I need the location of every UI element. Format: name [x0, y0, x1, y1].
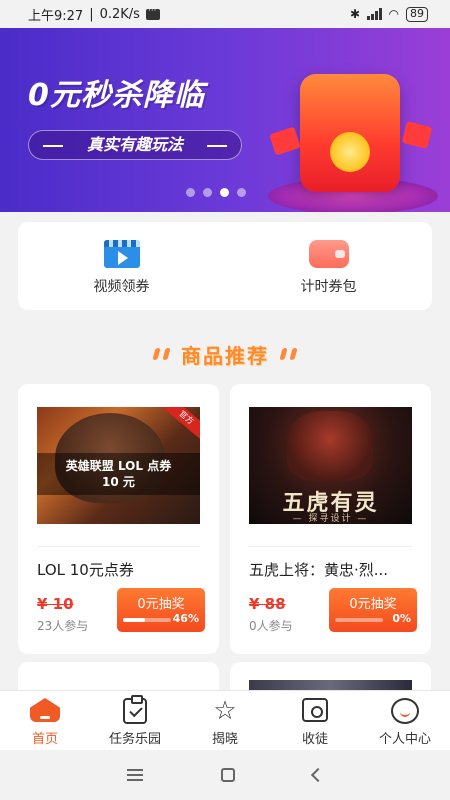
warrior-illustration — [287, 411, 373, 481]
message-icon — [145, 6, 160, 20]
product-image-caption-line2: 10 元 — [102, 475, 135, 489]
tab-profile-label: 个人中心 — [378, 732, 431, 747]
product-image: 官方 英雄联盟 LOL 点券 10 元 — [37, 407, 200, 524]
system-navigation-bar — [0, 750, 450, 800]
status-bar: 上午9:27 | 0.2K/s ✱ ◠ 89 — [0, 0, 450, 28]
video-coupon-button[interactable]: 视频领券 — [18, 222, 225, 310]
video-coupon-label: 视频领券 — [93, 279, 150, 295]
product-image-subtitle: — 探寻设计 — — [292, 514, 369, 524]
product-image-caption-line1: 英雄联盟 LOL 点券 — [65, 459, 172, 473]
product-image-caption: 英雄联盟 LOL 点券 10 元 — [37, 453, 200, 495]
status-right: ✱ ◠ 89 — [349, 6, 428, 22]
official-tag: 官方 — [160, 407, 200, 442]
carousel-dot-active[interactable] — [220, 188, 229, 197]
tab-profile[interactable]: 个人中心 — [360, 691, 450, 750]
red-packet-illustration — [300, 74, 400, 192]
product-original-price: ¥ 88 — [249, 595, 286, 613]
divider — [37, 546, 200, 547]
draw-progress-percent: 0% — [392, 612, 411, 625]
heading-decoration-right — [279, 348, 298, 360]
free-draw-button[interactable]: 0元抽奖 0% — [329, 588, 417, 632]
free-draw-label: 0元抽奖 — [349, 597, 397, 612]
star-icon: ☆ — [213, 696, 237, 726]
promo-banner[interactable]: 0元秒杀降临 真实有趣玩法 — [0, 28, 450, 212]
gold-coin-icon — [330, 132, 370, 172]
section-heading: 商品推荐 — [0, 338, 450, 370]
recent-apps-icon[interactable] — [127, 769, 143, 781]
product-image: 五虎有灵 — 探寻设计 — — [249, 407, 412, 524]
draw-progress-percent: 46% — [172, 612, 199, 625]
tab-apprentice[interactable]: 收徒 — [270, 691, 360, 750]
free-draw-label: 0元抽奖 — [137, 597, 185, 612]
task-clipboard-icon — [123, 695, 147, 724]
battery-icon: 89 — [406, 6, 428, 22]
status-speed: 0.2K/s — [99, 6, 140, 22]
carousel-dot[interactable] — [203, 188, 212, 197]
product-original-price: ¥ 10 — [37, 595, 74, 613]
tab-task-park[interactable]: 任务乐园 — [90, 691, 180, 750]
quick-actions-card: 视频领券 计时券包 — [18, 222, 432, 310]
person-icon — [391, 698, 419, 724]
product-name: 五虎上将：黄忠·烈... — [249, 561, 389, 579]
draw-progress-bar — [335, 618, 383, 622]
signal-icon — [367, 8, 382, 20]
bottom-tab-bar: 首页 任务乐园 ☆ 揭晓 收徒 个人中心 — [0, 690, 450, 750]
product-name: LOL 10元点券 — [37, 561, 134, 579]
home-icon — [30, 698, 60, 722]
bluetooth-icon: ✱ — [349, 7, 361, 21]
timed-coupon-pack-button[interactable]: 计时券包 — [225, 222, 432, 310]
product-card[interactable]: 官方 英雄联盟 LOL 点券 10 元 LOL 10元点券 ¥ 10 23人参与… — [18, 384, 219, 654]
draw-progress-bar — [123, 618, 171, 622]
timed-coupon-pack-label: 计时券包 — [300, 279, 357, 295]
tab-apprentice-label: 收徒 — [301, 732, 328, 747]
tab-home[interactable]: 首页 — [0, 691, 90, 750]
status-separator: | — [89, 6, 94, 22]
status-left: 上午9:27 | 0.2K/s — [28, 5, 160, 24]
carousel-indicator[interactable] — [186, 188, 246, 197]
tab-reveal-label: 揭晓 — [211, 732, 238, 747]
tab-reveal[interactable]: ☆ 揭晓 — [180, 691, 270, 750]
tab-home-label: 首页 — [31, 732, 58, 747]
free-draw-button[interactable]: 0元抽奖 46% — [117, 588, 205, 632]
scroll-icon — [302, 698, 328, 722]
carousel-dot[interactable] — [186, 188, 195, 197]
tab-task-park-label: 任务乐园 — [108, 732, 161, 747]
heading-decoration-left — [152, 348, 171, 360]
gift-icon — [401, 121, 433, 149]
divider — [249, 546, 412, 547]
banner-title: 0元秒杀降临 — [28, 78, 205, 113]
participant-count: 23人参与 — [37, 619, 89, 633]
banner-subtitle: 真实有趣玩法 — [28, 130, 242, 160]
wallet-icon — [308, 240, 349, 268]
home-button-icon[interactable] — [221, 768, 235, 782]
draw-progress-fill — [123, 618, 146, 622]
status-time: 上午9:27 — [28, 8, 84, 24]
participant-count: 0人参与 — [249, 619, 293, 633]
video-icon — [103, 240, 140, 268]
section-title: 商品推荐 — [181, 343, 269, 368]
product-card[interactable]: 五虎有灵 — 探寻设计 — 五虎上将：黄忠·烈... ¥ 88 0人参与 0元抽… — [230, 384, 431, 654]
wifi-icon: ◠ — [388, 7, 399, 21]
gift-icon — [269, 126, 301, 156]
back-icon[interactable] — [310, 767, 326, 783]
carousel-dot[interactable] — [237, 188, 246, 197]
